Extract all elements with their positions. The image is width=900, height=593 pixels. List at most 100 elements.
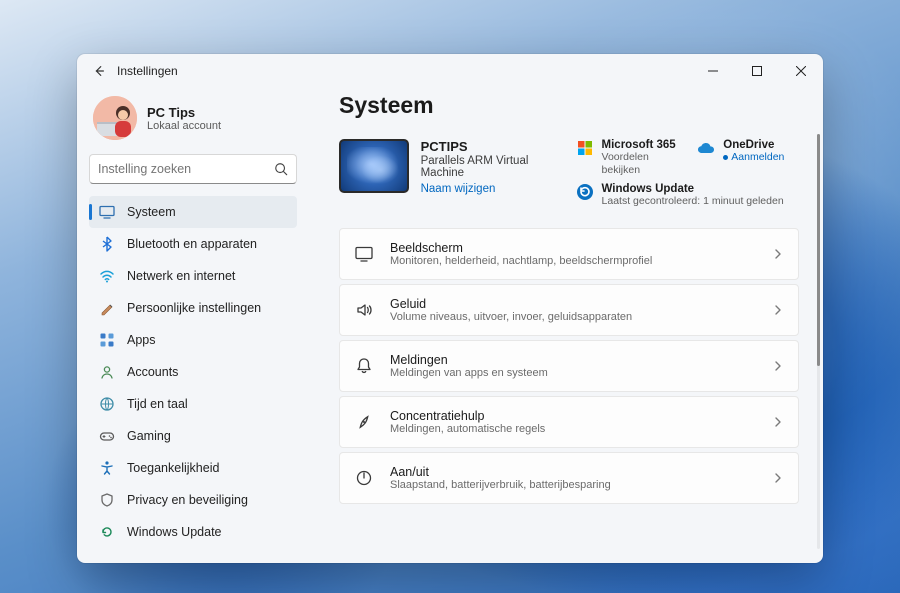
hero-title: OneDrive	[723, 139, 784, 151]
sidebar-item-personalization[interactable]: Persoonlijke instellingen	[89, 292, 297, 324]
sidebar-item-label: Apps	[127, 333, 156, 347]
scrollbar-thumb[interactable]	[817, 134, 820, 366]
setting-row-display[interactable]: Beeldscherm Monitoren, helderheid, nacht…	[339, 228, 799, 280]
hero-title: Windows Update	[602, 183, 784, 195]
microsoft-logo-icon	[576, 139, 594, 157]
hero-right: Microsoft 365 Voordelen bekijken OneDriv…	[576, 139, 799, 208]
bluetooth-icon	[99, 236, 115, 252]
gaming-icon	[99, 428, 115, 444]
hero-link[interactable]: Aanmelden	[723, 151, 784, 163]
sidebar-item-windows-update[interactable]: Windows Update	[89, 516, 297, 548]
display-icon	[354, 244, 374, 264]
back-button[interactable]	[85, 57, 113, 85]
account-subtitle: Lokaal account	[147, 120, 221, 132]
account-block[interactable]: PC Tips Lokaal account	[89, 94, 297, 146]
accessibility-icon	[99, 460, 115, 476]
sidebar-item-gaming[interactable]: Gaming	[89, 420, 297, 452]
sidebar-item-privacy[interactable]: Privacy en beveiliging	[89, 484, 297, 516]
account-name: PC Tips	[147, 105, 221, 120]
device-card: PCTIPS Parallels ARM Virtual Machine Naa…	[339, 139, 558, 195]
titlebar: Instellingen	[77, 54, 823, 88]
setting-row-notifications[interactable]: Meldingen Meldingen van apps en systeem	[339, 340, 799, 392]
setting-title: Meldingen	[390, 353, 756, 367]
hero-onedrive[interactable]: OneDrive Aanmelden	[697, 139, 799, 177]
page-title: Systeem	[339, 92, 799, 119]
sidebar-item-label: Systeem	[127, 205, 176, 219]
setting-row-power[interactable]: Aan/uit Slaapstand, batterijverbruik, ba…	[339, 452, 799, 504]
hero-sub: Voordelen bekijken	[602, 151, 678, 177]
search-input[interactable]	[98, 162, 268, 176]
time-language-icon	[99, 396, 115, 412]
sidebar-item-accounts[interactable]: Accounts	[89, 356, 297, 388]
focus-assist-icon	[354, 412, 374, 432]
scrollbar[interactable]	[817, 134, 820, 549]
arrow-left-icon	[92, 64, 106, 78]
device-name: PCTIPS	[421, 139, 558, 154]
setting-row-sound[interactable]: Geluid Volume niveaus, uitvoer, invoer, …	[339, 284, 799, 336]
close-icon	[796, 66, 806, 76]
setting-title: Aan/uit	[390, 465, 756, 479]
chevron-right-icon	[772, 304, 784, 316]
chevron-right-icon	[772, 360, 784, 372]
sidebar-item-system[interactable]: Systeem	[89, 196, 297, 228]
sidebar-item-label: Bluetooth en apparaten	[127, 237, 257, 251]
window-title: Instellingen	[117, 64, 178, 78]
update-status-icon	[576, 183, 594, 201]
minimize-button[interactable]	[691, 54, 735, 88]
setting-title: Concentratiehulp	[390, 409, 756, 423]
rename-link[interactable]: Naam wijzigen	[421, 183, 558, 195]
settings-window: Instellingen	[77, 54, 823, 563]
settings-list: Beeldscherm Monitoren, helderheid, nacht…	[339, 228, 799, 504]
hero-title: Microsoft 365	[602, 139, 678, 151]
chevron-right-icon	[772, 248, 784, 260]
power-icon	[354, 468, 374, 488]
setting-subtitle: Volume niveaus, uitvoer, invoer, geluids…	[390, 311, 756, 323]
search-icon	[274, 162, 288, 176]
onedrive-icon	[697, 139, 715, 157]
sidebar-item-accessibility[interactable]: Toegankelijkheid	[89, 452, 297, 484]
sound-icon	[354, 300, 374, 320]
sidebar-item-apps[interactable]: Apps	[89, 324, 297, 356]
device-model: Parallels ARM Virtual Machine	[421, 155, 558, 179]
hero-section: PCTIPS Parallels ARM Virtual Machine Naa…	[339, 139, 799, 208]
sidebar-item-label: Persoonlijke instellingen	[127, 301, 261, 315]
system-icon	[99, 204, 115, 220]
setting-title: Geluid	[390, 297, 756, 311]
windows-update-icon	[99, 524, 115, 540]
setting-subtitle: Slaapstand, batterijverbruik, batterijbe…	[390, 479, 756, 491]
apps-icon	[99, 332, 115, 348]
nav-list: Systeem Bluetooth en apparaten Netwerk e…	[89, 196, 297, 548]
sidebar-item-bluetooth[interactable]: Bluetooth en apparaten	[89, 228, 297, 260]
close-button[interactable]	[779, 54, 823, 88]
maximize-icon	[752, 66, 762, 76]
sidebar-item-label: Windows Update	[127, 525, 222, 539]
hero-microsoft365[interactable]: Microsoft 365 Voordelen bekijken	[576, 139, 678, 177]
sidebar-item-label: Toegankelijkheid	[127, 461, 219, 475]
notifications-icon	[354, 356, 374, 376]
sidebar-item-label: Gaming	[127, 429, 171, 443]
avatar	[93, 96, 137, 140]
minimize-icon	[708, 66, 718, 76]
sidebar-item-label: Privacy en beveiliging	[127, 493, 248, 507]
setting-title: Beeldscherm	[390, 241, 756, 255]
sidebar-item-label: Netwerk en internet	[127, 269, 235, 283]
sidebar-item-time-language[interactable]: Tijd en taal	[89, 388, 297, 420]
sidebar-item-label: Tijd en taal	[127, 397, 188, 411]
setting-subtitle: Meldingen van apps en systeem	[390, 367, 756, 379]
personalization-icon	[99, 300, 115, 316]
accounts-icon	[99, 364, 115, 380]
avatar-illustration-icon	[93, 96, 137, 140]
hero-windows-update[interactable]: Windows Update Laatst gecontroleerd: 1 m…	[576, 183, 799, 208]
setting-subtitle: Monitoren, helderheid, nachtlamp, beelds…	[390, 255, 756, 267]
main-pane: Systeem PCTIPS Parallels ARM Virtual Mac…	[309, 88, 823, 563]
search-box[interactable]	[89, 154, 297, 184]
setting-subtitle: Meldingen, automatische regels	[390, 423, 756, 435]
network-icon	[99, 268, 115, 284]
maximize-button[interactable]	[735, 54, 779, 88]
sidebar-item-network[interactable]: Netwerk en internet	[89, 260, 297, 292]
sidebar-item-label: Accounts	[127, 365, 178, 379]
device-thumbnail	[339, 139, 409, 193]
sidebar: PC Tips Lokaal account Systeem Bluetooth…	[77, 88, 309, 563]
chevron-right-icon	[772, 416, 784, 428]
setting-row-focus-assist[interactable]: Concentratiehulp Meldingen, automatische…	[339, 396, 799, 448]
